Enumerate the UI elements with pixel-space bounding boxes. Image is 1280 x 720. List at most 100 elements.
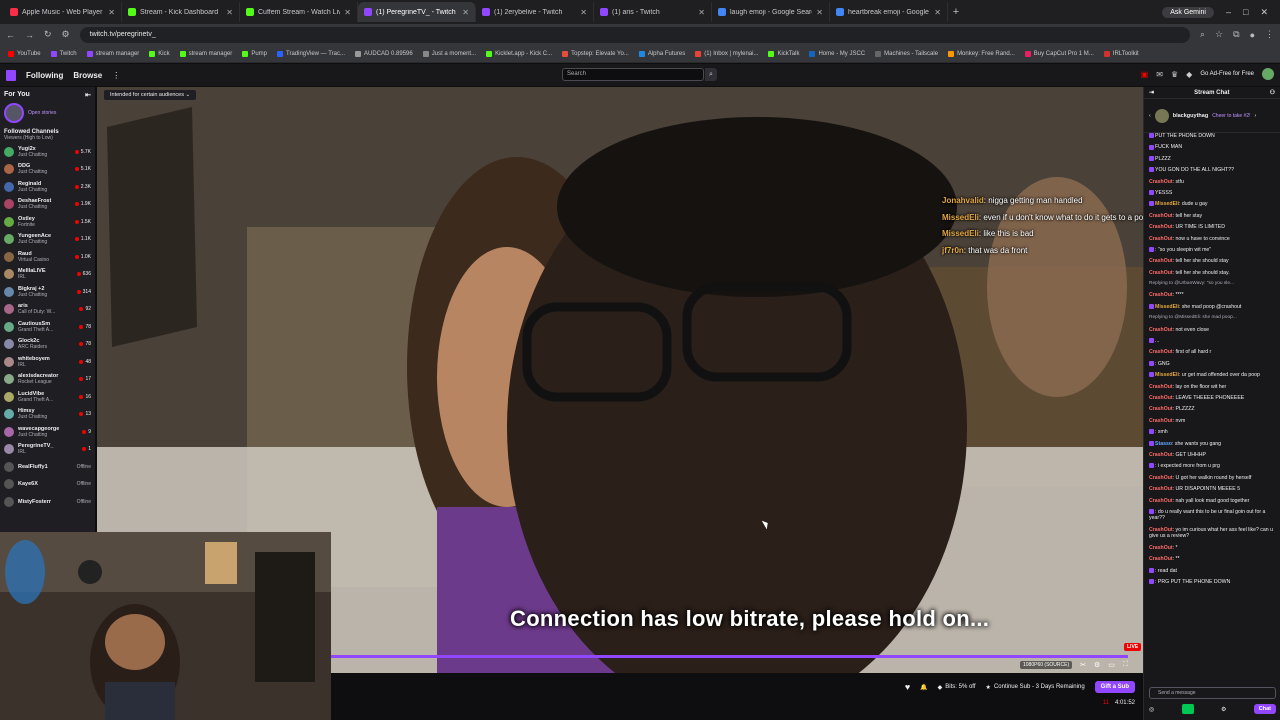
chat-username[interactable]: CrashOut (1149, 327, 1173, 333)
sidebar-channel[interactable]: Himsy Just Chatting 13 (0, 406, 95, 424)
sidebar-channel[interactable]: RealFluffy1 Offline (0, 458, 95, 476)
search-input[interactable]: Search (562, 68, 704, 81)
collapse-sidebar-icon[interactable]: ⇤ (85, 91, 91, 99)
bookmark-item[interactable]: Home - My JSCC (809, 50, 865, 57)
chat-username[interactable]: CrashOut (1149, 349, 1173, 355)
browse-link[interactable]: Browse (73, 71, 102, 80)
tab-close-icon[interactable]: ✕ (934, 8, 941, 17)
chat-username[interactable]: CrashOut (1149, 418, 1173, 424)
more-icon[interactable]: ⋮ (112, 71, 120, 80)
chat-input[interactable]: Send a message (1149, 687, 1276, 699)
menu-icon[interactable]: ⋮ (1265, 29, 1274, 40)
chat-username[interactable]: CrashOut (1149, 475, 1173, 481)
fullscreen-icon[interactable]: ⛶ (1123, 661, 1128, 669)
bookmark-item[interactable]: Alpha Futures (638, 50, 685, 57)
bookmark-star-icon[interactable]: ☆ (1215, 29, 1223, 40)
chat-username[interactable]: MissedEli (1155, 304, 1179, 310)
bits-icon[interactable]: ◆ (1186, 70, 1192, 79)
forward-icon[interactable]: → (25, 30, 34, 40)
settings-icon[interactable]: ⚙ (1221, 706, 1226, 713)
continue-sub-button[interactable]: ★ Continue Sub - 3 Days Remaining (986, 684, 1085, 691)
collapse-chat-icon[interactable]: ⇥ (1149, 89, 1154, 96)
chat-username[interactable]: CrashOut (1149, 292, 1173, 298)
bookmark-item[interactable]: IRLToolkit (1103, 50, 1139, 57)
follow-heart-icon[interactable]: ♥ (905, 682, 910, 692)
chevron-right-icon[interactable]: › (1255, 113, 1257, 119)
sidebar-channel[interactable]: Raud Virtual Casino 1.0K (0, 248, 95, 266)
user-avatar[interactable] (1262, 68, 1274, 80)
bookmark-item[interactable]: Buy CapCut Pro 1 M... (1024, 50, 1094, 57)
twitch-logo-icon[interactable] (6, 69, 16, 81)
minimize-icon[interactable]: – (1226, 7, 1231, 17)
chat-username[interactable]: CrashOut (1149, 395, 1173, 401)
sidebar-channel[interactable]: Yugi2x Just Chatting 5.7K (0, 143, 95, 161)
following-link[interactable]: Following (26, 71, 63, 80)
sidebar-channel[interactable]: MistyFosterr Offline (0, 493, 95, 511)
crown-icon[interactable]: ♛ (1171, 70, 1178, 79)
sidebar-channel[interactable]: LucidVibe Grand Theft A... 16 (0, 388, 95, 406)
sidebar-channel[interactable]: CautiousSm Grand Theft A... 78 (0, 318, 95, 336)
chat-username[interactable]: CrashOut (1149, 556, 1173, 562)
followed-sort-label[interactable]: Viewers (High to Low) (0, 135, 95, 143)
settings-icon[interactable]: ⚙ (1094, 661, 1100, 669)
tab-close-icon[interactable]: ✕ (698, 8, 705, 17)
bookmark-item[interactable]: stream manager (86, 50, 139, 57)
bits-button[interactable]: ◆ Bits: 5% off (938, 684, 976, 691)
chat-send-button[interactable]: Chat (1253, 704, 1276, 714)
sidebar-channel[interactable]: whiteboyem IRL 48 (0, 353, 95, 371)
bookmark-item[interactable]: Monkey: Free Rand... (948, 50, 1015, 57)
bookmark-item[interactable]: TradingView — Trac... (277, 50, 345, 57)
bookmark-item[interactable]: stream manager (179, 50, 232, 57)
tab-close-icon[interactable]: ✕ (108, 8, 115, 17)
bookmark-item[interactable]: Machines - Tailscale (875, 50, 938, 57)
stories-avatar[interactable] (4, 103, 24, 123)
bookmark-item[interactable]: KickTalk (768, 50, 799, 57)
chat-username[interactable]: CrashOut (1149, 527, 1173, 533)
chat-username[interactable]: CrashOut (1149, 384, 1173, 390)
sidebar-channel[interactable]: alexisdacreator Rocket League 17 (0, 371, 95, 389)
zoom-icon[interactable]: ⌕ (1200, 29, 1205, 40)
tab-close-icon[interactable]: ✕ (344, 8, 351, 17)
maximize-icon[interactable]: □ (1243, 7, 1248, 17)
new-tab-button[interactable]: + (948, 6, 964, 18)
profile-icon[interactable]: ● (1250, 30, 1255, 40)
bookmark-item[interactable]: Topstep: Elevate Yo... (562, 50, 629, 57)
browser-tab[interactable]: (1) aris - Twitch ✕ (594, 2, 712, 22)
channel-points-icon[interactable]: ◎ (1149, 706, 1154, 713)
chat-username[interactable]: CrashOut (1149, 213, 1173, 219)
notifications-icon[interactable]: ▣ (1141, 70, 1149, 79)
tab-close-icon[interactable]: ✕ (580, 8, 587, 17)
close-window-icon[interactable]: ✕ (1260, 7, 1268, 18)
stories-row[interactable]: Open stories (0, 101, 95, 125)
chat-username[interactable]: MissedEli (1155, 372, 1179, 378)
browser-tab[interactable]: Apple Music - Web Player ✕ (4, 2, 122, 22)
gift-sub-button[interactable]: Gift a Sub (1094, 681, 1135, 693)
content-warning-badge[interactable]: Intended for certain audiences ⌄ (104, 90, 197, 100)
inbox-icon[interactable]: ✉ (1156, 70, 1163, 79)
sidebar-channel[interactable]: aris Call of Duty: W... 92 (0, 301, 95, 319)
url-field[interactable]: twitch.tv/peregrinetv_ (79, 26, 1190, 43)
reload-icon[interactable]: ↻ (44, 29, 52, 40)
chat-username[interactable]: CrashOut (1149, 236, 1173, 242)
pinned-cheer[interactable]: ‹ blackguythag Cheer to take #2! › (1144, 99, 1280, 133)
browser-tab[interactable]: (1) PeregrineTV_ - Twitch ✕ (358, 2, 476, 22)
sidebar-channel[interactable]: Ostley Fortnite 1.5K (0, 213, 95, 231)
browser-tab[interactable]: Stream - Kick Dashboard ✕ (122, 2, 240, 22)
sidebar-channel[interactable]: wavecapgeorge Just Chatting 9 (0, 423, 95, 441)
chat-username[interactable]: CrashOut (1149, 258, 1173, 264)
bookmark-item[interactable]: YouTube (8, 50, 41, 57)
bookmark-item[interactable]: Kick (149, 50, 170, 57)
tab-close-icon[interactable]: ✕ (226, 8, 233, 17)
bookmark-item[interactable]: Just a moment... (422, 50, 476, 57)
chat-username[interactable]: Stasso (1155, 441, 1172, 447)
bookmark-item[interactable]: AUDCAD 0.89596 (355, 50, 413, 57)
chat-username[interactable]: CrashOut (1149, 224, 1173, 230)
theatre-mode-icon[interactable]: ▭ (1108, 661, 1115, 669)
sidebar-channel[interactable]: DeshaeFrost Just Chatting 1.9K (0, 196, 95, 214)
video-progress-bar[interactable] (331, 655, 1128, 658)
browser-tab[interactable]: laugh emoji - Google Search ✕ (712, 2, 830, 22)
sidebar-channel[interactable]: DDG Just Chatting 5.1K (0, 161, 95, 179)
sidebar-channel[interactable]: Glock2c ARC Raiders 78 (0, 336, 95, 354)
chat-username[interactable]: CrashOut (1149, 486, 1173, 492)
sidebar-channel[interactable]: MelllaLIVE IRL 636 (0, 266, 95, 284)
